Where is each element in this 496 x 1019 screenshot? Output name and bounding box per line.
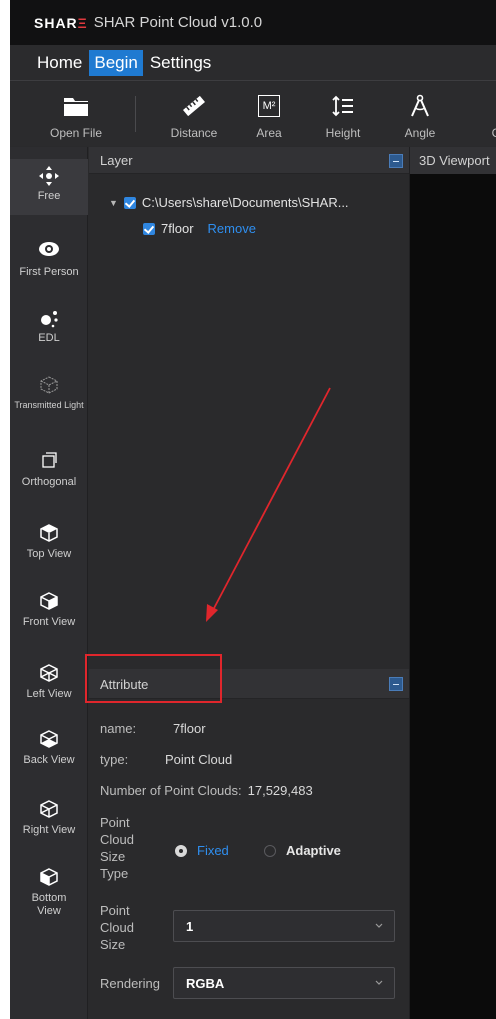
clip-button[interactable]: C [486, 82, 496, 146]
title-bar: SHARΞ SHAR Point Cloud v1.0.0 [10, 0, 496, 45]
menu-settings[interactable]: Settings [145, 50, 216, 76]
menu-home[interactable]: Home [32, 50, 87, 76]
annotation-highlight-box [85, 654, 222, 703]
menu-begin[interactable]: Begin [89, 49, 143, 76]
3d-viewport[interactable]: 3D Viewport [409, 147, 496, 1019]
view-first-person-label: First Person [19, 266, 79, 278]
attribute-panel: Attribute name: 7floor type: Point Cloud… [89, 669, 409, 1019]
viewport-tab[interactable]: 3D Viewport [410, 147, 496, 174]
view-bottom-label: Bottom View [31, 892, 67, 917]
view-front-label: Front View [22, 616, 76, 628]
view-bottom[interactable]: Bottom View [10, 867, 88, 918]
cube-front-icon [38, 591, 60, 613]
view-left-label: Left View [26, 688, 72, 700]
layer-panel-header: Layer [89, 147, 409, 174]
view-transmitted-light[interactable]: Transmitted Light [10, 375, 88, 411]
height-label: Height [325, 126, 361, 140]
expand-caret-icon[interactable]: ▼ [109, 198, 118, 208]
open-file-label: Open File [49, 126, 103, 140]
view-front[interactable]: Front View [10, 591, 88, 629]
cube-back-icon [38, 729, 60, 751]
area-button[interactable]: M² Area [234, 82, 304, 146]
app-title: SHAR Point Cloud v1.0.0 [93, 14, 263, 31]
size-select[interactable]: 1 [173, 910, 395, 942]
angle-label: Angle [404, 126, 436, 140]
root-path-label: C:\Users\share\Documents\SHAR... [141, 195, 349, 210]
view-mode-bar: Free First Person EDL Transmitted Light … [10, 147, 88, 1019]
angle-icon [406, 92, 434, 120]
view-free[interactable]: Free [10, 159, 88, 215]
toolbar: Open File Distance M² Area Height Angle [10, 82, 496, 146]
layer-collapse-button[interactable] [389, 154, 403, 168]
eye-icon [38, 241, 60, 263]
area-m2-icon: M² [255, 92, 283, 120]
angle-button[interactable]: Angle [398, 82, 442, 146]
rendering-row: Rendering [100, 976, 160, 991]
child-name-label: 7floor [161, 221, 194, 236]
child-checkbox[interactable] [143, 222, 155, 235]
chevron-down-icon [375, 980, 383, 985]
size-type-fixed-radio[interactable]: Fixed [175, 843, 229, 858]
folder-icon [62, 92, 90, 120]
view-left[interactable]: Left View [10, 663, 88, 701]
area-label: Area [256, 126, 282, 140]
view-back[interactable]: Back View [10, 729, 88, 767]
view-right-label: Right View [22, 824, 76, 836]
cube-left-icon [38, 663, 60, 685]
cube-right-icon [38, 799, 60, 821]
view-orthogonal[interactable]: Orthogonal [10, 451, 88, 489]
view-back-label: Back View [23, 754, 75, 766]
ruler-icon [180, 92, 208, 120]
attr-name-row: name: 7floor [100, 721, 206, 736]
root-checkbox[interactable] [123, 196, 136, 209]
menu-bar: Home Begin Settings [10, 45, 496, 81]
distance-label: Distance [170, 126, 218, 140]
cube-top-icon [38, 523, 60, 545]
clip-label: C [491, 126, 496, 140]
view-edl[interactable]: EDL [10, 307, 88, 345]
view-first-person[interactable]: First Person [10, 241, 88, 279]
chevron-down-icon [375, 923, 383, 928]
view-transmitted-light-label: Transmitted Light [14, 400, 84, 410]
dots-icon [38, 307, 60, 329]
size-type-adaptive-radio[interactable]: Adaptive [264, 843, 341, 858]
open-file-button[interactable]: Open File [41, 82, 111, 146]
height-icon [329, 92, 357, 120]
layer-panel-title: Layer [100, 153, 133, 168]
remove-link[interactable]: Remove [208, 221, 256, 236]
view-edl-label: EDL [38, 332, 60, 344]
view-top[interactable]: Top View [10, 523, 88, 561]
attribute-collapse-button[interactable] [389, 677, 403, 691]
app-logo: SHARΞ [34, 14, 88, 31]
size-type-label: Point Cloud Size Type [100, 815, 134, 881]
size-label: Point Cloud Size [100, 903, 134, 952]
move-icon [38, 165, 60, 187]
attr-count-row: Number of Point Clouds: 17,529,483 [100, 783, 313, 798]
height-button[interactable]: Height [308, 82, 378, 146]
toolbar-divider [135, 96, 136, 132]
app-window: SHARΞ SHAR Point Cloud v1.0.0 Home Begin… [10, 0, 496, 1019]
orthogonal-icon [38, 451, 60, 473]
view-right[interactable]: Right View [10, 799, 88, 837]
view-orthogonal-label: Orthogonal [21, 476, 77, 488]
layer-panel: Layer ▼ C:\Users\share\Documents\SHAR...… [89, 147, 409, 669]
distance-button[interactable]: Distance [159, 82, 229, 146]
view-top-label: Top View [26, 548, 72, 560]
layer-tree-child[interactable]: 7floor Remove [143, 221, 256, 236]
view-free-label: Free [37, 190, 61, 202]
rendering-select[interactable]: RGBA [173, 967, 395, 999]
cube-outline-icon [38, 375, 60, 397]
layer-tree-root[interactable]: ▼ C:\Users\share\Documents\SHAR... [109, 195, 349, 210]
attr-type-row: type: Point Cloud [100, 752, 233, 767]
cube-bottom-icon [38, 867, 60, 889]
